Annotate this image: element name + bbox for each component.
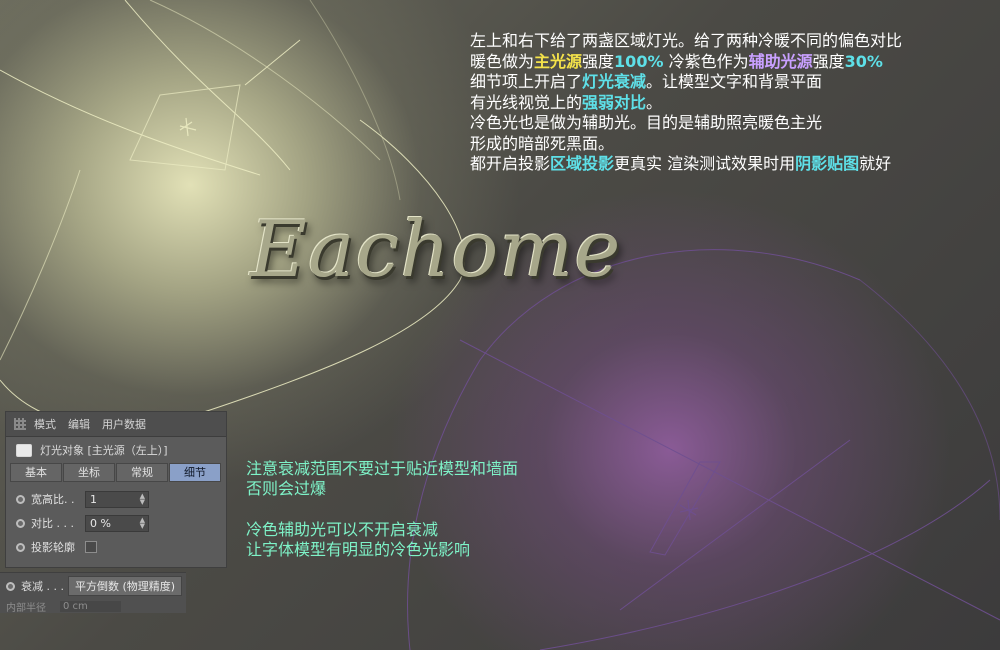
- annotation-segment: 。: [646, 92, 663, 112]
- shadow-outline-checkbox[interactable]: [85, 541, 97, 553]
- keyframe-radio[interactable]: [16, 542, 25, 552]
- annotation-segment: 。让模型文字和背景平面: [646, 72, 823, 91]
- aspect-field[interactable]: 1 ▲ ▼: [85, 490, 149, 508]
- annotation-segment: 都开启投影: [470, 154, 551, 173]
- contrast-label: 对比 . . .: [31, 517, 74, 530]
- aspect-row: 宽高比. . 1 ▲ ▼: [6, 488, 226, 510]
- tip-line: 否则会过爆: [246, 479, 327, 498]
- annotation-segment: 左上和右下给了两盏区域灯光。给了两种冷暖不同的偏色对比: [470, 31, 903, 50]
- falloff-row: 衰减 . . . 平方倒数 (物理精度): [0, 573, 186, 599]
- annotation-line: 形成的暗部死黑面。: [470, 134, 990, 155]
- annotation-segment: 灯光衰减: [582, 72, 647, 91]
- annotation-line: 左上和右下给了两盏区域灯光。给了两种冷暖不同的偏色对比: [470, 31, 990, 52]
- annotation-segment: 就好: [859, 154, 892, 173]
- logo-3d-text: Eachome: [250, 205, 622, 295]
- light-object-icon: [16, 443, 32, 457]
- attribute-panel: 模式 编辑 用户数据 灯光对象 [主光源（左上）] 基本 坐标 常规 细节 宽高…: [5, 411, 227, 568]
- aspect-label: 宽高比. .: [31, 493, 75, 506]
- tip-line: 冷色辅助光可以不开启衰减: [246, 520, 439, 539]
- inner-radius-row: 内部半径 0 cm: [0, 599, 186, 613]
- annotation-line: 暖色做为主光源强度100% 冷紫色作为辅助光源强度30%: [470, 52, 990, 73]
- tab-general[interactable]: 常规: [116, 463, 168, 482]
- falloff-label: 衰减 . . .: [21, 580, 64, 593]
- annotation-segment: 细节项上开启了: [470, 72, 583, 91]
- contrast-field[interactable]: 0 % ▲ ▼: [85, 514, 149, 532]
- keyframe-radio[interactable]: [6, 581, 15, 591]
- tab-details[interactable]: 细节: [169, 463, 221, 482]
- shadow-outline-label: 投影轮廓: [31, 541, 75, 554]
- tip-line: 让字体模型有明显的冷色光影响: [246, 540, 471, 559]
- annotation-line: 冷色光也是做为辅助光。目的是辅助照亮暖色主光: [470, 113, 990, 134]
- menu-user-data[interactable]: 用户数据: [102, 416, 146, 432]
- inner-radius-field[interactable]: 0 cm: [60, 600, 121, 612]
- annotation-line: 都开启投影区域投影更真实 渲染测试效果时用阴影贴图就好: [470, 154, 990, 175]
- annotation-segment: 暖色做为: [470, 51, 535, 71]
- annotation-segment: 强弱对比: [582, 92, 647, 112]
- annotation-segment: 形成的暗部死黑面。: [470, 133, 615, 153]
- falloff-panel: 衰减 . . . 平方倒数 (物理精度) 内部半径 0 cm: [0, 572, 186, 613]
- tips-text: 注意衰减范围不要过于贴近模型和墙面 否则会过爆 冷色辅助光可以不开启衰减 让字体…: [246, 459, 606, 560]
- annotation-segment: 主光源: [534, 51, 583, 71]
- object-title-row: 灯光对象 [主光源（左上）]: [6, 437, 226, 463]
- annotation-segment: 冷紫色作为: [663, 51, 749, 71]
- annotation-segment: 强度: [582, 51, 615, 71]
- object-title: 灯光对象 [主光源（左上）]: [40, 444, 168, 457]
- contrast-row: 对比 . . . 0 % ▲ ▼: [6, 512, 226, 534]
- annotation-segment: 更真实 渲染测试效果时用: [614, 154, 796, 173]
- spinner-icon[interactable]: ▲ ▼: [140, 516, 145, 529]
- grid-icon[interactable]: [14, 418, 26, 430]
- spinner-icon[interactable]: ▲ ▼: [140, 492, 145, 505]
- annotation-segment: 100%: [614, 51, 664, 71]
- menu-edit[interactable]: 编辑: [68, 416, 90, 432]
- annotation-segment: 区域投影: [550, 154, 615, 173]
- annotation-segment: 冷色光也是做为辅助光。目的是辅助照亮暖色主光: [470, 113, 823, 132]
- falloff-dropdown[interactable]: 平方倒数 (物理精度): [67, 576, 183, 596]
- shadow-outline-row: 投影轮廓: [6, 536, 226, 558]
- annotation-segment: 强度: [812, 51, 845, 71]
- tab-basic[interactable]: 基本: [10, 463, 62, 482]
- keyframe-radio[interactable]: [16, 518, 25, 528]
- annotation-segment: 30%: [844, 51, 883, 71]
- annotation-segment: 辅助光源: [748, 51, 813, 71]
- tab-coordinates[interactable]: 坐标: [63, 463, 115, 482]
- annotation-segment: 有光线视觉上的: [470, 92, 583, 112]
- tip-line: 注意衰减范围不要过于贴近模型和墙面: [246, 459, 519, 478]
- annotation-text: 左上和右下给了两盏区域灯光。给了两种冷暖不同的偏色对比 暖色做为主光源强度100%…: [470, 31, 990, 175]
- panel-menubar: 模式 编辑 用户数据: [6, 412, 226, 437]
- annotation-segment: 阴影贴图: [795, 154, 860, 173]
- tab-bar: 基本 坐标 常规 细节: [10, 463, 222, 482]
- keyframe-radio[interactable]: [16, 494, 25, 504]
- annotation-line: 有光线视觉上的强弱对比。: [470, 93, 990, 114]
- annotation-line: 细节项上开启了灯光衰减。让模型文字和背景平面: [470, 72, 990, 93]
- menu-mode[interactable]: 模式: [34, 416, 56, 432]
- inner-radius-label: 内部半径: [6, 602, 46, 614]
